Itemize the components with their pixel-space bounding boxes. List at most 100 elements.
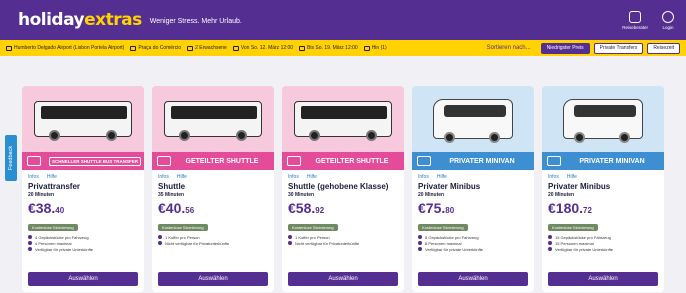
tagline: Weniger Stress. Mehr Urlaub.: [149, 18, 242, 25]
transfer-price: €180.72: [548, 200, 592, 216]
vehicle-image: [542, 86, 664, 152]
feature-item: Nicht verfügbar für Privatunterkünfte: [282, 240, 404, 246]
transfer-card: GETEILTER SHUTTLE Infos Hilfe Shuttle (ge…: [282, 86, 404, 292]
van-icon: [417, 156, 431, 166]
trip-type[interactable]: Hin (1): [363, 45, 387, 51]
luggage-icon: [548, 235, 552, 239]
transfer-card: PRIVATER MINIVAN Infos Hilfe Privater Min…: [542, 86, 664, 292]
transfer-card: GETEILTER SHUTTLE Infos Hilfe Shuttle 35 …: [152, 86, 274, 292]
sort-private-transfers-button[interactable]: Private Transfers: [593, 42, 644, 54]
infos-link[interactable]: Infos: [288, 174, 299, 180]
free-cancellation-badge: Kostenlose Stornierung: [288, 224, 338, 231]
van-icon: [547, 156, 561, 166]
person-icon: [548, 241, 552, 245]
minivan-illustration: [433, 99, 513, 143]
minivan-illustration: [563, 99, 643, 143]
free-cancellation-badge: Kostenlose Stornierung: [548, 224, 598, 231]
transfer-type-banner: PRIVATER MINIVAN: [542, 152, 664, 170]
user-icon: [662, 10, 674, 23]
infos-link[interactable]: Infos: [158, 174, 169, 180]
free-cancellation-badge: Kostenlose Stornierung: [28, 224, 78, 231]
select-button[interactable]: Auswählen: [288, 272, 398, 286]
reiseberater-button[interactable]: Reiseberater: [622, 10, 648, 30]
date-from[interactable]: Von So. 12. März 12:00: [232, 45, 293, 51]
hilfe-link[interactable]: Hilfe: [437, 174, 447, 180]
infos-link[interactable]: Infos: [28, 174, 39, 180]
hilfe-link[interactable]: Hilfe: [177, 174, 187, 180]
feature-item: Verfügbar für private Unterkünfte: [22, 246, 144, 252]
transfer-price: €38.40: [28, 200, 65, 216]
select-button[interactable]: Auswählen: [28, 272, 138, 286]
transfer-price: €40.56: [158, 200, 195, 216]
transfer-duration: 20 Minuten: [28, 192, 55, 198]
transfer-type-banner: GETEILTER SHUTTLE: [152, 152, 274, 170]
luggage-icon: [288, 235, 292, 239]
luggage-icon: [28, 235, 32, 239]
calendar-icon: [232, 45, 239, 51]
luggage-icon: [158, 235, 162, 239]
vehicle-image: [412, 86, 534, 152]
check-icon: [418, 247, 422, 251]
feedback-tab[interactable]: Feedback: [5, 135, 17, 181]
hilfe-link[interactable]: Hilfe: [47, 174, 57, 180]
person-icon: [28, 241, 32, 245]
plane-icon: [6, 45, 12, 51]
sort-label: Sortieren nach...: [486, 45, 531, 51]
person-icon: [418, 241, 422, 245]
vehicle-image: [152, 86, 274, 152]
vehicle-image: [282, 86, 404, 152]
transfer-title: Shuttle: [158, 182, 186, 191]
route-icon: [363, 45, 370, 51]
dropoff-location[interactable]: Praça do Comércio: [130, 45, 181, 51]
transfer-card: PRIVATER MINIVAN Infos Hilfe Privater Min…: [412, 86, 534, 292]
transfer-results: SCHNELLER SHUTTLE BUS TRANSFER Infos Hilf…: [22, 86, 664, 292]
transfer-type-banner: SCHNELLER SHUTTLE BUS TRANSFER: [22, 152, 144, 170]
sort-travel-time-button[interactable]: Reisezeit: [647, 42, 680, 54]
bus-illustration: [34, 101, 132, 141]
free-cancellation-badge: Kostenlose Stornierung: [158, 224, 208, 231]
bus-icon: [27, 156, 41, 166]
transfer-price: €75.80: [418, 200, 455, 216]
date-to[interactable]: Bis So. 19. März 12:00: [299, 45, 358, 51]
transfer-price: €58.92: [288, 200, 325, 216]
feature-item: Verfügbar für private Unterkünfte: [542, 246, 664, 252]
bus-icon: [287, 156, 301, 166]
holidayextras-logo[interactable]: holidayextras: [18, 10, 142, 30]
infos-link[interactable]: Infos: [548, 174, 559, 180]
transfer-duration: 20 Minuten: [418, 192, 445, 198]
free-cancellation-badge: Kostenlose Stornierung: [418, 224, 468, 231]
transfer-card: SCHNELLER SHUTTLE BUS TRANSFER Infos Hilf…: [22, 86, 144, 292]
login-button[interactable]: Login: [662, 10, 674, 30]
transfer-type-banner: GETEILTER SHUTTLE: [282, 152, 404, 170]
feature-item: Verfügbar für private Unterkünfte: [412, 246, 534, 252]
logo-text-extras: extras: [84, 10, 142, 30]
passengers[interactable]: 2 Erwachsene: [187, 45, 227, 51]
bus-illustration: [294, 101, 392, 141]
transfer-duration: 30 Minuten: [288, 192, 315, 198]
select-button[interactable]: Auswählen: [158, 272, 268, 286]
location-icon: [130, 45, 137, 51]
calendar-icon: [299, 45, 306, 51]
transfer-duration: 35 Minuten: [158, 192, 185, 198]
vehicle-image: [22, 86, 144, 152]
transfer-duration: 20 Minuten: [548, 192, 575, 198]
feature-item: Nicht verfügbar für Privatunterkünfte: [152, 240, 274, 246]
transfer-title: Privattransfer: [28, 182, 81, 191]
chat-icon: [629, 10, 642, 23]
check-icon: [28, 247, 32, 251]
sort-lowest-price-button[interactable]: Niedrigster Preis: [540, 42, 590, 54]
bus-illustration: [164, 101, 262, 141]
people-icon: [187, 45, 194, 51]
select-button[interactable]: Auswählen: [548, 272, 658, 286]
check-icon: [548, 247, 552, 251]
hilfe-link[interactable]: Hilfe: [307, 174, 317, 180]
infos-link[interactable]: Infos: [418, 174, 429, 180]
hilfe-link[interactable]: Hilfe: [567, 174, 577, 180]
transfer-type-banner: PRIVATER MINIVAN: [412, 152, 534, 170]
top-navigation: holidayextras Weniger Stress. Mehr Urlau…: [0, 0, 686, 40]
info-icon: [158, 241, 162, 245]
pickup-location[interactable]: Humberto Delgado Airport (Lisbon Portela…: [6, 45, 124, 51]
select-button[interactable]: Auswählen: [418, 272, 528, 286]
transfer-title: Privater Minibus: [548, 182, 611, 191]
transfer-title: Privater Minibus: [418, 182, 481, 191]
